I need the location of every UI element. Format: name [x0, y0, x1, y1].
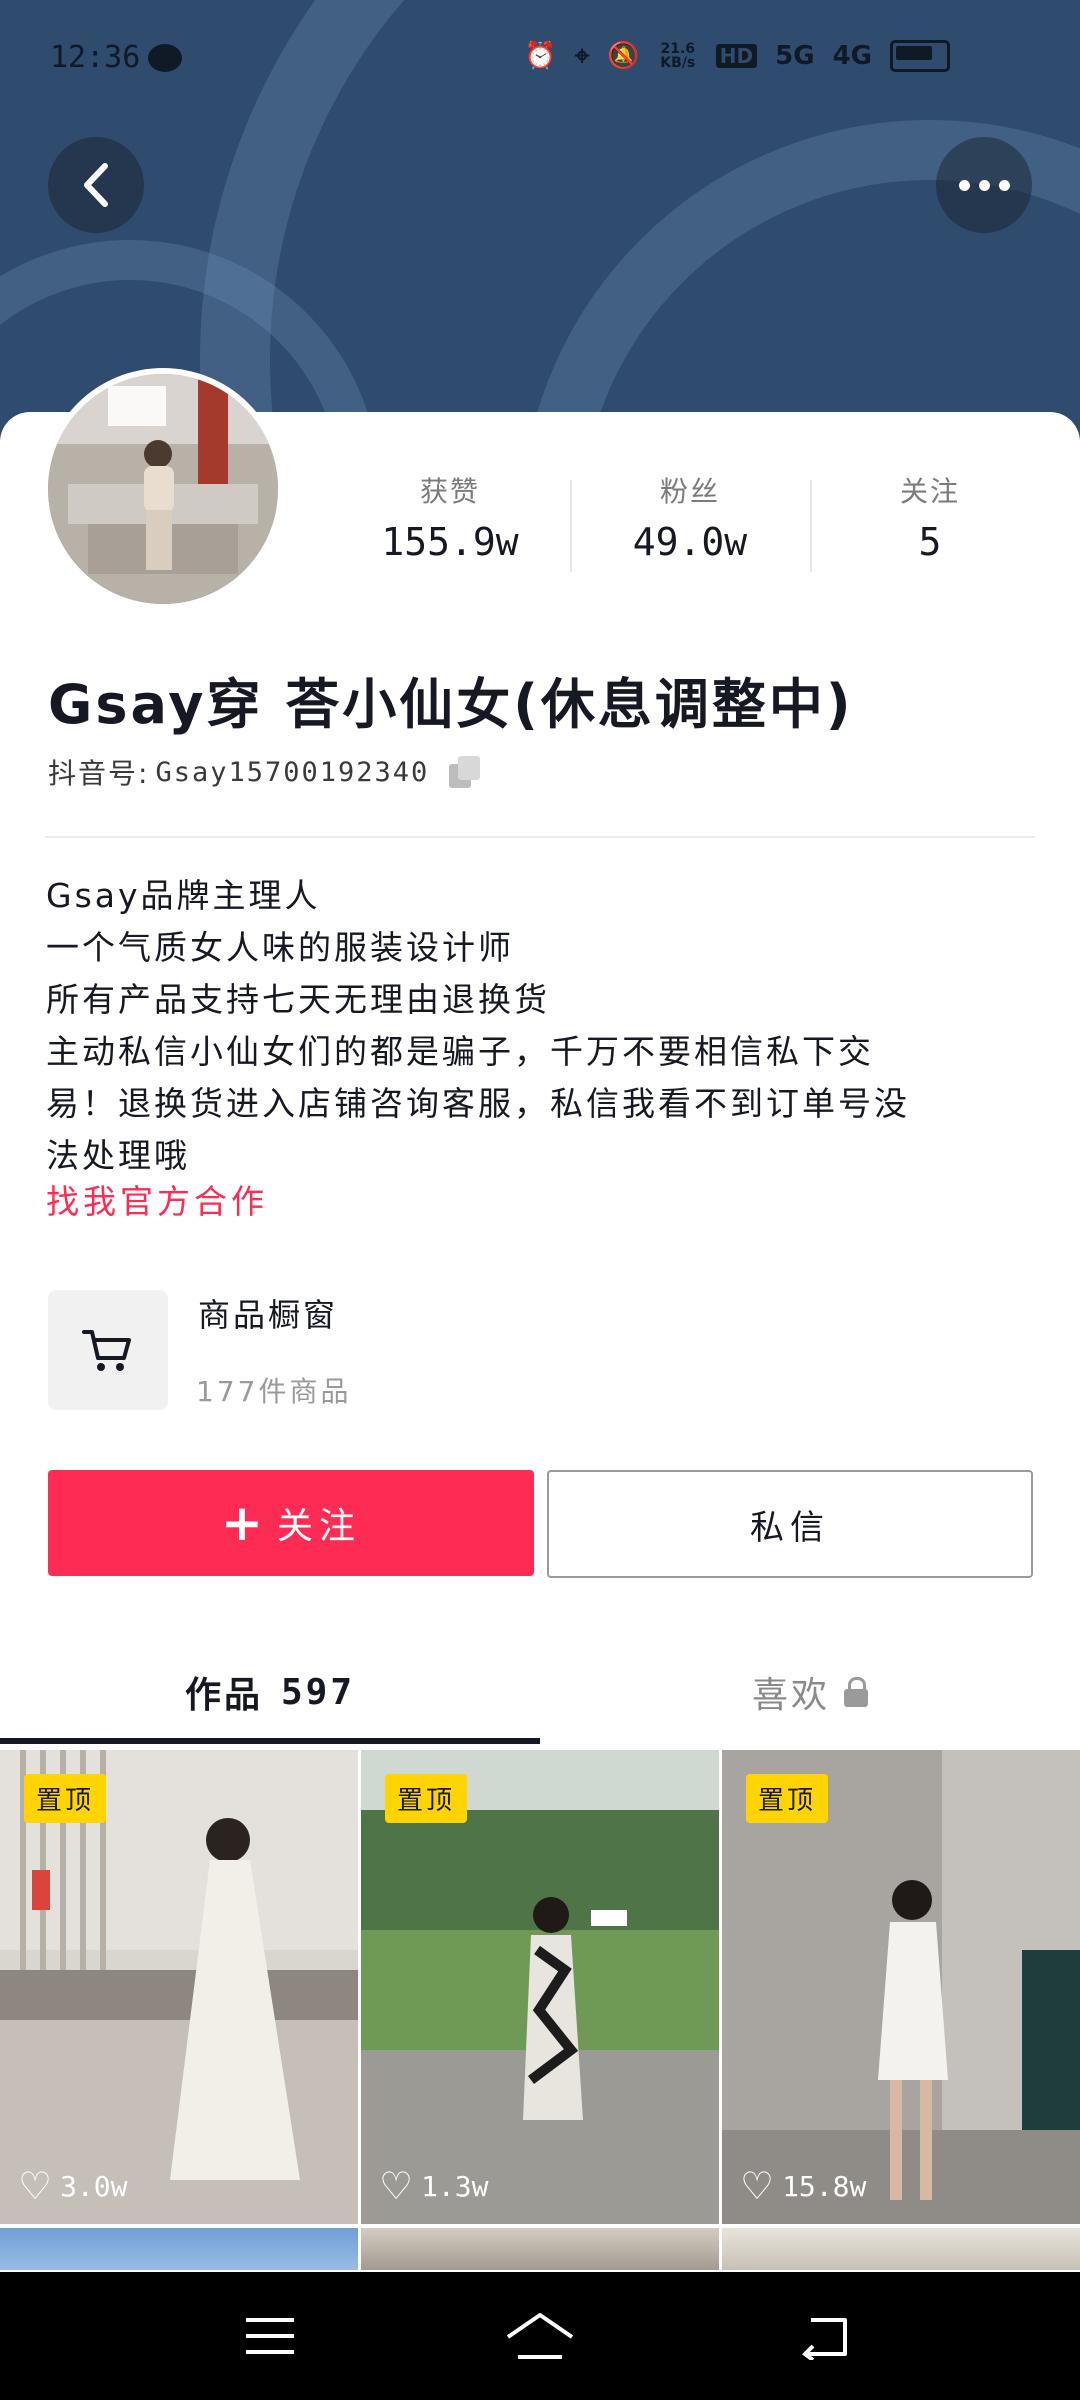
home-nav-button[interactable] [460, 2272, 620, 2400]
shop-item-count: 177件商品 [196, 1375, 352, 1408]
back-nav-button[interactable] [745, 2272, 905, 2400]
bio-line: 主动私信小仙女们的都是骗子，千万不要相信私下交 [46, 1032, 874, 1071]
stat-following[interactable]: 关注 5 [810, 470, 1050, 580]
pinned-badge: 置顶 [746, 1774, 829, 1823]
bio-line: Gsay品牌主理人 [46, 876, 321, 915]
location-icon: ⌖ [574, 40, 590, 71]
avatar[interactable] [48, 374, 278, 604]
tab-likes[interactable]: 喜欢 [540, 1640, 1080, 1744]
content-tabs: 作品 597 喜欢 [0, 1640, 1080, 1744]
bio-line: 一个气质女人味的服装设计师 [46, 928, 514, 967]
douyin-id-value: Gsay15700192340 [155, 756, 430, 788]
follow-label: 关注 [276, 1506, 361, 1547]
stat-label: 获赞 [419, 475, 480, 508]
video-grid: 置顶 ♡ 3.0w 置顶 ♡ 1.3w 置顶 ♡ 15.8w [0, 1750, 1080, 2270]
menu-nav-button[interactable] [190, 2272, 350, 2400]
video-thumbnail-partial[interactable] [722, 2228, 1080, 2270]
signal-5g-icon: 5G [775, 41, 815, 71]
tab-works-label: 作品 [184, 1675, 263, 1716]
heart-icon: ♡ [18, 2164, 53, 2208]
profile-bio: Gsay品牌主理人 一个气质女人味的服装设计师 所有产品支持七天无理由退换货 主… [46, 870, 1036, 1182]
mute-bell-icon: 🔕 [607, 41, 640, 71]
shopping-cart-icon [48, 1290, 168, 1410]
bio-line: 所有产品支持七天无理由退换货 [46, 980, 550, 1019]
signal-4g-icon: 4G [832, 41, 872, 71]
stat-label: 粉丝 [659, 475, 720, 508]
shop-title: 商品橱窗 [198, 1296, 339, 1334]
menu-icon [246, 2318, 294, 2354]
stat-value: 49.0w [632, 520, 748, 564]
system-nav-bar [0, 2272, 1080, 2400]
official-cooperation-link[interactable]: 找我官方合作 [46, 1175, 268, 1223]
tab-active-indicator [0, 1738, 540, 1744]
avatar-photo [48, 374, 278, 604]
video-likes-count: 15.8w [782, 2169, 867, 2203]
message-label: 私信 [750, 1507, 830, 1548]
tab-likes-label: 喜欢 [751, 1675, 830, 1716]
profile-name: Gsay穿 荅小仙女(休息调整中) [48, 673, 854, 736]
back-button[interactable] [48, 137, 144, 233]
battery-icon [890, 40, 950, 72]
tab-works-count: 597 [280, 1671, 356, 1713]
video-thumbnail-partial[interactable] [0, 2228, 358, 2270]
plus-icon: + [221, 1494, 263, 1552]
profile-stats: 获赞 155.9w 粉丝 49.0w 关注 5 [330, 470, 1050, 580]
video-likes: ♡ 3.0w [18, 2164, 128, 2208]
hd-icon: HD [715, 44, 758, 68]
video-thumbnail-partial[interactable] [361, 2228, 719, 2270]
stat-value: 155.9w [381, 520, 519, 564]
stat-value: 5 [918, 520, 942, 564]
copy-icon[interactable] [449, 756, 481, 788]
pinned-badge: 置顶 [385, 1774, 468, 1823]
shop-window[interactable]: 商品橱窗 177件商品 [48, 1290, 748, 1410]
video-thumbnail[interactable]: 置顶 ♡ 15.8w [722, 1750, 1080, 2224]
return-icon [801, 2318, 847, 2360]
home-icon [506, 2313, 574, 2359]
stat-likes-received[interactable]: 获赞 155.9w [330, 470, 570, 580]
lock-icon [844, 1677, 868, 1707]
more-horizontal-icon [958, 179, 1010, 191]
message-notification-icon [148, 44, 182, 72]
alarm-icon: ⏰ [524, 41, 557, 71]
follow-button[interactable]: + 关注 [48, 1470, 534, 1576]
net-speed: 21.6 KB/s [660, 41, 696, 71]
status-icons: ⏰ ⌖ 🔕 21.6 KB/s HD 5G 4G [524, 40, 950, 72]
message-button[interactable]: 私信 [547, 1470, 1033, 1578]
stat-followers[interactable]: 粉丝 49.0w [570, 470, 810, 580]
status-time: 12:36 [50, 40, 141, 75]
video-thumbnail[interactable]: 置顶 ♡ 3.0w [0, 1750, 358, 2224]
video-likes-count: 3.0w [60, 2169, 128, 2203]
video-likes: ♡ 1.3w [379, 2164, 489, 2208]
douyin-id-row: 抖音号: Gsay15700192340 [48, 752, 481, 792]
stat-label: 关注 [899, 475, 960, 508]
status-bar: 12:36 ⏰ ⌖ 🔕 21.6 KB/s HD 5G 4G [0, 0, 1080, 120]
more-button[interactable] [936, 137, 1032, 233]
douyin-id-label: 抖音号: [48, 757, 150, 790]
heart-icon: ♡ [379, 2164, 414, 2208]
video-likes: ♡ 15.8w [740, 2164, 866, 2208]
pinned-badge: 置顶 [24, 1774, 107, 1823]
divider [45, 836, 1035, 838]
bio-line: 易！退换货进入店铺咨询客服，私信我看不到订单号没 [46, 1084, 910, 1123]
tab-works[interactable]: 作品 597 [0, 1640, 540, 1744]
heart-icon: ♡ [740, 2164, 775, 2208]
avatar-frame [42, 368, 284, 610]
video-likes-count: 1.3w [421, 2169, 489, 2203]
video-thumbnail[interactable]: 置顶 ♡ 1.3w [361, 1750, 719, 2224]
chevron-left-icon [84, 163, 108, 207]
